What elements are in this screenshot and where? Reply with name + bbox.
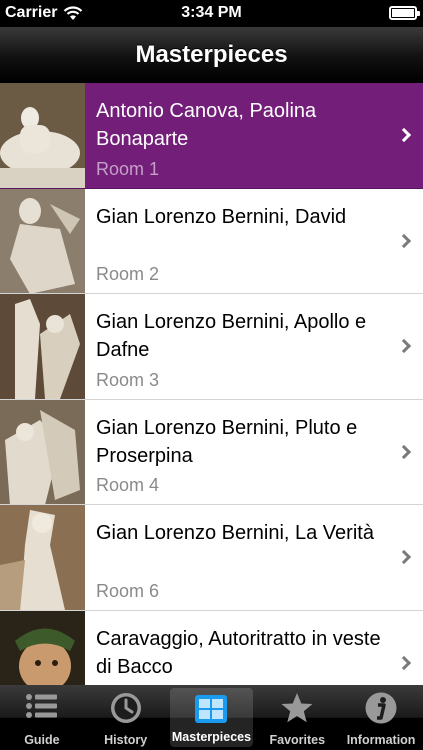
- thumbnail-image: [0, 294, 85, 399]
- status-bar: Carrier 3:34 PM: [0, 0, 423, 27]
- item-title: Gian Lorenzo Bernini, David: [96, 205, 347, 228]
- list-item-la-verita[interactable]: Gian Lorenzo Bernini, La Verità Room 6: [0, 505, 423, 611]
- masterpieces-list[interactable]: Antonio Canova, Paolina Bonaparte Room 1…: [0, 83, 423, 685]
- tab-label: Information: [346, 733, 416, 747]
- tab-label: Favorites: [269, 733, 326, 747]
- list-item-david[interactable]: Gian Lorenzo Bernini, David Room 2: [0, 188, 423, 294]
- item-room: Room 6: [96, 580, 160, 601]
- thumbnail-image: [0, 188, 85, 293]
- item-title: Antonio Canova, Paolina Bonaparte: [96, 100, 317, 150]
- thumbnail-image: [0, 399, 85, 504]
- info-icon: [365, 692, 397, 724]
- list-item-apollo-e-dafne[interactable]: Gian Lorenzo Bernini, Apollo e Dafne Roo…: [0, 294, 423, 400]
- list-item-paolina-bonaparte[interactable]: Antonio Canova, Paolina Bonaparte Room 1: [0, 83, 423, 189]
- thumbnail-image: [0, 83, 85, 188]
- tab-label: Masterpieces: [171, 730, 252, 744]
- battery-icon: [389, 6, 420, 20]
- thumbnail-image: [0, 505, 85, 610]
- item-title: Gian Lorenzo Bernini, Apollo e Dafne: [96, 311, 367, 361]
- tab-label: Guide: [24, 733, 60, 747]
- status-time: 3:34 PM: [181, 4, 242, 21]
- list-item-pluto-e-proserpina[interactable]: Gian Lorenzo Bernini, Pluto e Proserpina…: [0, 399, 423, 505]
- grid-icon: [195, 695, 228, 723]
- tab-label: History: [104, 733, 148, 747]
- tab-history[interactable]: History: [84, 685, 168, 750]
- navigation-bar: Masterpieces: [0, 27, 423, 83]
- clock-icon: [110, 693, 141, 723]
- tab-favorites[interactable]: Favorites: [255, 685, 339, 750]
- star-icon: [281, 693, 313, 723]
- item-title: Caravaggio, Autoritratto in veste di Bac…: [96, 627, 381, 678]
- list-item-autoritratto-bacco[interactable]: Caravaggio, Autoritratto in veste di Bac…: [0, 610, 423, 685]
- item-room: Room 2: [96, 264, 160, 284]
- item-room: Room 1: [96, 158, 160, 179]
- tab-information[interactable]: Information: [339, 685, 423, 750]
- tab-bar: Guide History Masterpieces Favorites Inf…: [0, 685, 423, 750]
- item-room: Room 4: [96, 475, 160, 495]
- page-title: Masterpieces: [135, 40, 288, 68]
- item-title: Gian Lorenzo Bernini, Pluto e Proserpina: [96, 416, 358, 467]
- tab-guide[interactable]: Guide: [0, 685, 84, 750]
- item-room: Room 3: [96, 369, 160, 390]
- list-icon: [25, 694, 57, 718]
- thumbnail-image: [0, 610, 85, 685]
- tab-masterpieces[interactable]: Masterpieces: [169, 688, 254, 747]
- item-title: Gian Lorenzo Bernini, La Verità: [96, 522, 374, 544]
